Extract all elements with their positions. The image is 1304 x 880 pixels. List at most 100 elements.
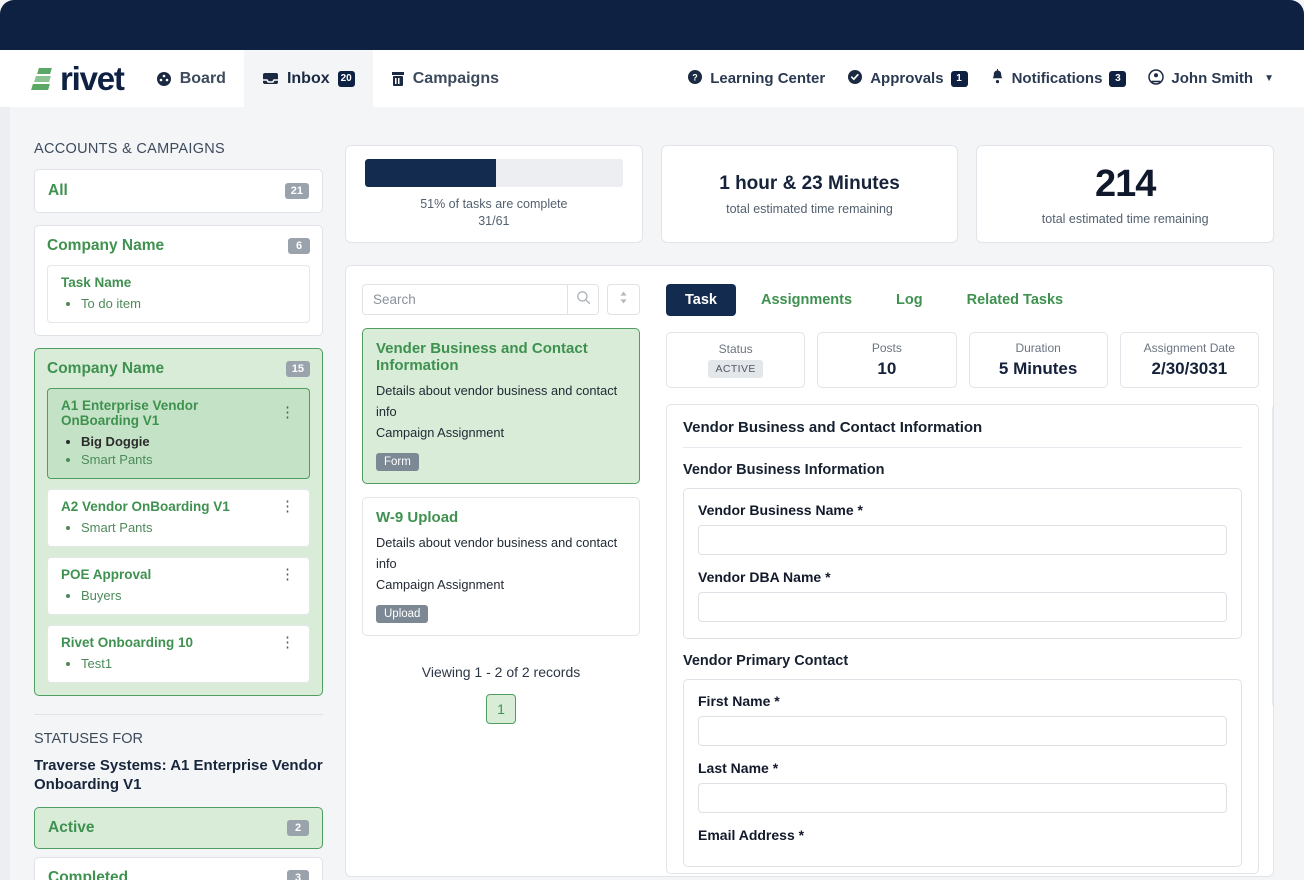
vendor-business-name-input[interactable] <box>698 525 1227 555</box>
task-detail-panel: Task Assignments Log Related Tasks Statu… <box>656 266 1273 876</box>
campaign-item-label: Task Name <box>61 275 131 290</box>
more-options-icon[interactable]: ⋮ <box>277 408 298 418</box>
check-circle-icon <box>847 69 863 89</box>
campaign-item-rivet-10[interactable]: Rivet Onboarding 10 ⋮ Test1 <box>47 625 310 683</box>
time-remaining-value: 1 hour & 23 Minutes <box>719 173 900 195</box>
metric-label: Duration <box>1015 341 1060 355</box>
progress-percent-text: 51% of tasks are complete <box>420 197 567 211</box>
list-item[interactable]: To do item <box>81 295 298 313</box>
tab-log[interactable]: Log <box>877 284 942 316</box>
user-circle-icon <box>1148 69 1164 89</box>
progress-fraction-text: 31/61 <box>478 214 509 228</box>
nav-tab-board[interactable]: Board <box>138 50 244 107</box>
task-card-vendor-business[interactable]: Vender Business and Contact Information … <box>362 328 640 484</box>
tab-assignments[interactable]: Assignments <box>742 284 871 316</box>
metric-value: 5 Minutes <box>999 359 1077 379</box>
approvals-link[interactable]: Approvals 1 <box>847 69 967 89</box>
nav-tab-inbox-label: Inbox <box>287 70 330 88</box>
header-actions: ? Learning Center Approvals 1 Notificati… <box>687 50 1304 107</box>
nav-tab-inbox[interactable]: Inbox 20 <box>244 50 373 107</box>
task-card-desc: Details about vendor business and contac… <box>376 380 626 422</box>
campaign-item[interactable]: Task Name To do item <box>47 265 310 323</box>
sidebar-item-all[interactable]: All 21 <box>34 169 323 213</box>
field-label: Email Address * <box>698 827 1227 843</box>
task-card-meta: Campaign Assignment <box>376 422 626 443</box>
main-content: 51% of tasks are complete 31/61 1 hour &… <box>345 107 1294 880</box>
bell-icon <box>990 69 1005 89</box>
user-menu[interactable]: John Smith ▼ <box>1148 69 1274 89</box>
task-card-title: W-9 Upload <box>376 509 626 526</box>
form-title: Vendor Business and Contact Information <box>683 419 1242 448</box>
notifications-link[interactable]: Notifications 3 <box>990 69 1127 89</box>
metric-posts: Posts 10 <box>817 332 956 388</box>
vendor-dba-name-input[interactable] <box>698 592 1227 622</box>
metric-label: Status <box>719 342 753 356</box>
board-icon <box>156 71 172 87</box>
task-metrics: Status ACTIVE Posts 10 Duration 5 Minute… <box>666 332 1259 388</box>
campaign-item-poe[interactable]: POE Approval ⋮ Buyers <box>47 557 310 615</box>
campaign-bullets: Big Doggie Smart Pants <box>81 433 298 469</box>
progress-bar-track <box>365 159 623 187</box>
learning-center-link[interactable]: ? Learning Center <box>687 69 825 89</box>
metric-duration: Duration 5 Minutes <box>969 332 1108 388</box>
campaign-item-a1[interactable]: A1 Enterprise Vendor OnBoarding V1 ⋮ Big… <box>47 388 310 479</box>
stat-cards: 51% of tasks are complete 31/61 1 hour &… <box>345 145 1274 243</box>
first-name-input[interactable] <box>698 716 1227 746</box>
last-name-input[interactable] <box>698 783 1227 813</box>
list-item[interactable]: Buyers <box>81 587 298 605</box>
brand-logo[interactable]: rivet <box>0 50 138 107</box>
total-count-card: 214 total estimated time remaining <box>976 145 1274 243</box>
tab-related-tasks[interactable]: Related Tasks <box>948 284 1082 316</box>
nav-tab-campaigns[interactable]: Campaigns <box>373 50 517 107</box>
campaign-item-label: POE Approval <box>61 567 151 582</box>
more-options-icon[interactable]: ⋮ <box>277 502 298 512</box>
status-filter-active[interactable]: Active 2 <box>34 807 323 849</box>
field-label: Vendor Business Name * <box>698 502 1227 518</box>
inbox-icon <box>262 71 279 86</box>
tab-task[interactable]: Task <box>666 284 736 316</box>
field-label: First Name * <box>698 693 1227 709</box>
notifications-label: Notifications <box>1012 70 1103 87</box>
list-item[interactable]: Smart Pants <box>81 451 298 469</box>
fieldset-business-info: Vendor Business Name * Vendor DBA Name * <box>683 488 1242 639</box>
status-filter-label: Active <box>48 819 95 837</box>
list-item[interactable]: Test1 <box>81 655 298 673</box>
rivet-logo-icon <box>30 66 54 92</box>
task-card-w9-upload[interactable]: W-9 Upload Details about vendor business… <box>362 497 640 636</box>
field-label: Last Name * <box>698 760 1227 776</box>
status-badge: ACTIVE <box>708 360 762 378</box>
status-filter-completed[interactable]: Completed 3 <box>34 857 323 880</box>
metric-label: Assignment Date <box>1144 341 1235 355</box>
account-group-label: Company Name <box>47 360 164 378</box>
list-item[interactable]: Big Doggie <box>81 433 298 451</box>
more-options-icon[interactable]: ⋮ <box>277 638 298 648</box>
app-header: rivet Board Inbox 20 <box>0 50 1304 107</box>
campaign-bullets: Test1 <box>81 655 298 673</box>
more-options-icon[interactable]: ⋮ <box>277 570 298 580</box>
task-search-row <box>362 284 640 315</box>
list-item[interactable]: Smart Pants <box>81 519 298 537</box>
metric-status: Status ACTIVE <box>666 332 805 388</box>
sidebar: ACCOUNTS & CAMPAIGNS All 21 Company Name… <box>10 107 345 880</box>
task-card-desc: Details about vendor business and contac… <box>376 532 626 574</box>
task-card-tag: Form <box>376 453 419 471</box>
sort-button[interactable] <box>607 284 640 315</box>
task-form: Vendor Business and Contact Information … <box>666 404 1259 874</box>
campaign-bullets: Buyers <box>81 587 298 605</box>
status-filter-label: Completed <box>48 869 128 880</box>
campaign-item-a2[interactable]: A2 Vendor OnBoarding V1 ⋮ Smart Pants <box>47 489 310 547</box>
page-button-1[interactable]: 1 <box>486 694 516 724</box>
account-group[interactable]: Company Name 6 Task Name To do item <box>34 225 323 336</box>
time-remaining-card: 1 hour & 23 Minutes total estimated time… <box>661 145 959 243</box>
brand-name: rivet <box>60 62 124 95</box>
account-group-selected[interactable]: Company Name 15 A1 Enterprise Vendor OnB… <box>34 348 323 696</box>
status-filter-count: 3 <box>287 870 309 880</box>
app-body: ACCOUNTS & CAMPAIGNS All 21 Company Name… <box>0 107 1304 880</box>
detail-scrollbar[interactable] <box>1272 406 1273 706</box>
search-button[interactable] <box>567 284 599 315</box>
progress-bar-fill <box>365 159 497 187</box>
metric-assignment-date: Assignment Date 2/30/3031 <box>1120 332 1259 388</box>
sort-updown-icon <box>618 290 629 310</box>
approvals-badge: 1 <box>951 71 968 87</box>
search-input[interactable] <box>362 284 567 315</box>
